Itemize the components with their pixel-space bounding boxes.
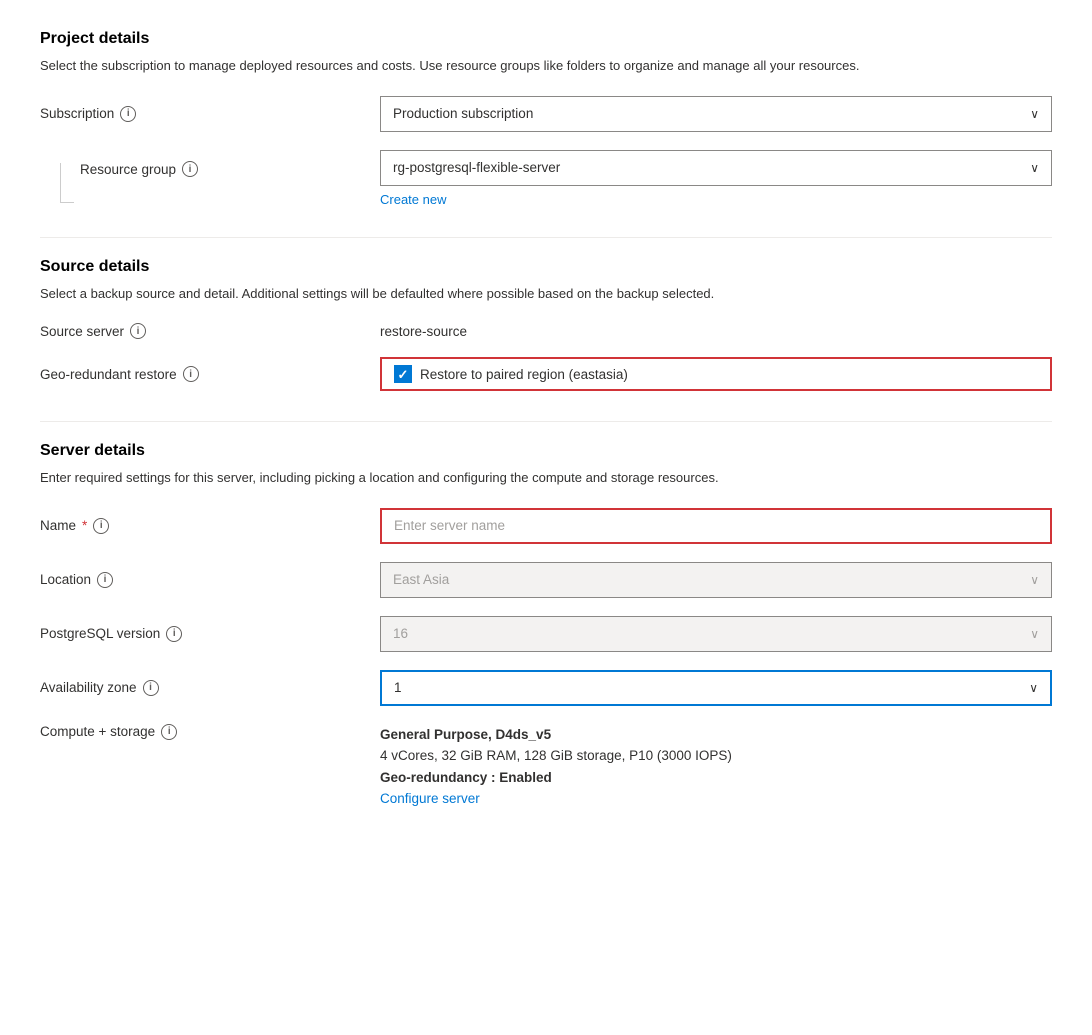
- compute-storage-geo-redundancy: Geo-redundancy : Enabled: [380, 767, 1052, 789]
- postgresql-version-dropdown: 16 ∨: [380, 616, 1052, 652]
- source-details-title: Source details: [40, 258, 1052, 276]
- divider-1: [40, 237, 1052, 238]
- availability-zone-value: 1: [394, 680, 402, 695]
- compute-storage-control: General Purpose, D4ds_v5 4 vCores, 32 Gi…: [380, 724, 1052, 810]
- configure-server-link[interactable]: Configure server: [380, 791, 480, 806]
- compute-storage-label: Compute + storage: [40, 724, 155, 739]
- location-value: East Asia: [393, 572, 449, 587]
- resource-group-label: Resource group: [80, 162, 176, 177]
- source-server-value: restore-source: [380, 324, 467, 339]
- source-server-label: Source server: [40, 324, 124, 339]
- geo-redundant-label: Geo-redundant restore: [40, 367, 177, 382]
- compute-storage-value: General Purpose, D4ds_v5 4 vCores, 32 Gi…: [380, 724, 1052, 810]
- name-control: [380, 508, 1052, 544]
- project-details-section: Project details Select the subscription …: [40, 30, 1052, 207]
- subscription-info-icon[interactable]: i: [120, 106, 136, 122]
- geo-redundant-row: Geo-redundant restore i ✓ Restore to pai…: [40, 357, 1052, 391]
- divider-2: [40, 421, 1052, 422]
- resource-group-label-col: Resource group i: [80, 153, 198, 177]
- subscription-row: Subscription i Production subscription ∨: [40, 96, 1052, 132]
- location-chevron-icon: ∨: [1030, 573, 1039, 587]
- geo-redundant-checkbox-wrapper[interactable]: ✓ Restore to paired region (eastasia): [380, 357, 1052, 391]
- resource-group-chevron-icon: ∨: [1030, 161, 1039, 175]
- name-row: Name * i: [40, 508, 1052, 544]
- source-details-section: Source details Select a backup source an…: [40, 258, 1052, 392]
- location-info-icon[interactable]: i: [97, 572, 113, 588]
- name-required-indicator: *: [82, 518, 87, 533]
- geo-redundant-checkbox-label: Restore to paired region (eastasia): [420, 367, 628, 382]
- source-details-description: Select a backup source and detail. Addit…: [40, 284, 1052, 304]
- server-details-title: Server details: [40, 442, 1052, 460]
- availability-zone-control: 1 ∨: [380, 670, 1052, 706]
- subscription-value: Production subscription: [393, 106, 533, 121]
- checkmark-icon: ✓: [398, 368, 409, 381]
- name-label-col: Name * i: [40, 518, 380, 534]
- compute-storage-label-col: Compute + storage i: [40, 724, 380, 740]
- location-label: Location: [40, 572, 91, 587]
- subscription-control: Production subscription ∨: [380, 96, 1052, 132]
- source-server-control: restore-source: [380, 323, 1052, 339]
- name-label: Name: [40, 518, 76, 533]
- postgresql-version-label: PostgreSQL version: [40, 626, 160, 641]
- compute-storage-tier: General Purpose, D4ds_v5: [380, 724, 1052, 746]
- resource-group-control: rg-postgresql-flexible-server ∨ Create n…: [380, 150, 1052, 207]
- resource-group-dropdown[interactable]: rg-postgresql-flexible-server ∨: [380, 150, 1052, 186]
- subscription-chevron-icon: ∨: [1030, 107, 1039, 121]
- geo-redundant-label-col: Geo-redundant restore i: [40, 366, 380, 382]
- create-new-link[interactable]: Create new: [380, 192, 446, 207]
- postgresql-version-info-icon[interactable]: i: [166, 626, 182, 642]
- postgresql-version-label-col: PostgreSQL version i: [40, 626, 380, 642]
- resource-group-indent: Resource group i: [40, 153, 380, 203]
- postgresql-version-value: 16: [393, 626, 408, 641]
- server-details-description: Enter required settings for this server,…: [40, 468, 1052, 488]
- location-row: Location i East Asia ∨: [40, 562, 1052, 598]
- source-server-label-col: Source server i: [40, 323, 380, 339]
- resource-group-bracket: [60, 163, 74, 203]
- postgresql-version-control: 16 ∨: [380, 616, 1052, 652]
- subscription-dropdown[interactable]: Production subscription ∨: [380, 96, 1052, 132]
- resource-group-info-icon[interactable]: i: [182, 161, 198, 177]
- availability-zone-chevron-icon: ∨: [1029, 681, 1038, 695]
- source-server-row: Source server i restore-source: [40, 323, 1052, 339]
- geo-redundant-control: ✓ Restore to paired region (eastasia): [380, 357, 1052, 391]
- project-details-description: Select the subscription to manage deploy…: [40, 56, 1052, 76]
- subscription-label: Subscription: [40, 106, 114, 121]
- source-server-info-icon[interactable]: i: [130, 323, 146, 339]
- server-details-section: Server details Enter required settings f…: [40, 442, 1052, 810]
- availability-zone-label: Availability zone: [40, 680, 137, 695]
- geo-redundant-info-icon[interactable]: i: [183, 366, 199, 382]
- compute-storage-specs: 4 vCores, 32 GiB RAM, 128 GiB storage, P…: [380, 745, 1052, 767]
- availability-zone-info-icon[interactable]: i: [143, 680, 159, 696]
- postgresql-version-chevron-icon: ∨: [1030, 627, 1039, 641]
- compute-storage-row: Compute + storage i General Purpose, D4d…: [40, 724, 1052, 810]
- compute-storage-info-icon[interactable]: i: [161, 724, 177, 740]
- resource-group-value: rg-postgresql-flexible-server: [393, 160, 560, 175]
- resource-group-row: Resource group i rg-postgresql-flexible-…: [40, 150, 1052, 207]
- availability-zone-dropdown[interactable]: 1 ∨: [380, 670, 1052, 706]
- name-info-icon[interactable]: i: [93, 518, 109, 534]
- location-label-col: Location i: [40, 572, 380, 588]
- location-dropdown: East Asia ∨: [380, 562, 1052, 598]
- availability-zone-label-col: Availability zone i: [40, 680, 380, 696]
- subscription-label-col: Subscription i: [40, 106, 380, 122]
- postgresql-version-row: PostgreSQL version i 16 ∨: [40, 616, 1052, 652]
- location-control: East Asia ∨: [380, 562, 1052, 598]
- name-input[interactable]: [380, 508, 1052, 544]
- availability-zone-row: Availability zone i 1 ∨: [40, 670, 1052, 706]
- geo-redundant-checkbox[interactable]: ✓: [394, 365, 412, 383]
- project-details-title: Project details: [40, 30, 1052, 48]
